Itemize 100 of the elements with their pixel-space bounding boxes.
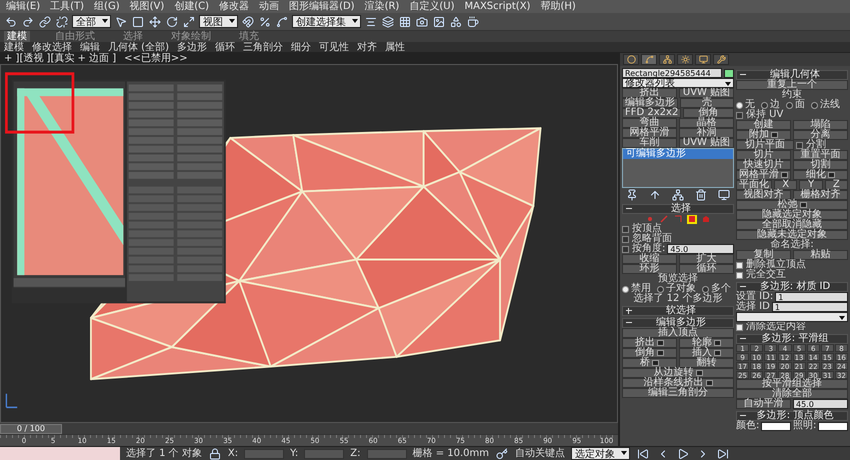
settings-icon[interactable]: [800, 202, 806, 208]
auto-key-label[interactable]: 自动关键点: [515, 448, 566, 460]
filter-dropdown[interactable]: 全部: [72, 15, 111, 28]
panel-button[interactable]: 翻转: [679, 358, 734, 368]
panel-button[interactable]: 网格平滑: [736, 170, 791, 180]
panel-button[interactable]: 编辑三角剖分: [622, 388, 734, 398]
image-icon[interactable]: [432, 14, 446, 28]
ribbon-item[interactable]: 几何体 (全部): [108, 42, 169, 52]
checkbox[interactable]: 按角度:: [622, 244, 666, 254]
menu-item[interactable]: 编辑(E): [6, 0, 40, 12]
modify-icon[interactable]: [641, 54, 657, 65]
panel-button[interactable]: Y: [799, 180, 823, 190]
panel-button[interactable]: 全部取消隐藏: [736, 220, 848, 230]
ribbon-tab[interactable]: 选择: [120, 31, 146, 42]
undo-icon[interactable]: [4, 14, 18, 28]
radio-option[interactable]: 多个: [702, 284, 731, 294]
settings-icon[interactable]: [657, 350, 664, 356]
panel-button[interactable]: 隐藏选定对象: [736, 210, 848, 220]
checkbox[interactable]: 删除孤立顶点: [736, 260, 806, 270]
menu-item[interactable]: 动画: [259, 0, 280, 12]
panel-button[interactable]: 按平滑组选择: [736, 379, 848, 389]
scale-icon[interactable]: [182, 14, 196, 28]
play-icon[interactable]: [676, 446, 690, 460]
panel-button[interactable]: 松弛: [736, 200, 848, 210]
ribbon-item[interactable]: 三角剖分: [242, 42, 283, 52]
display-icon[interactable]: [695, 54, 711, 65]
skip-forward-icon[interactable]: [716, 446, 730, 460]
panel-button[interactable]: 快速切片: [736, 160, 791, 170]
move-icon[interactable]: [148, 14, 162, 28]
rollout-header[interactable]: 编辑多边形: [622, 318, 734, 328]
panel-button[interactable]: 倒角: [622, 348, 677, 358]
create-icon[interactable]: [623, 54, 639, 65]
panel-button[interactable]: 壳: [680, 98, 734, 108]
menu-item[interactable]: 渲染(R): [364, 0, 400, 12]
panel-button[interactable]: 清除全部: [736, 389, 848, 399]
rollout-toggle-icon[interactable]: [740, 284, 746, 290]
panel-button[interactable]: 桥: [622, 358, 677, 368]
spinner-field[interactable]: 45.0: [793, 399, 848, 409]
layers-icon[interactable]: [381, 14, 395, 28]
radio-option[interactable]: 无: [736, 100, 755, 110]
lock-icon[interactable]: [208, 446, 222, 460]
rollout-header[interactable]: 软选择: [622, 306, 734, 316]
viewport[interactable]: [0, 64, 618, 423]
panel-button[interactable]: 塌陷: [793, 120, 848, 130]
panel-button[interactable]: 切片: [736, 150, 791, 160]
magnet-icon[interactable]: [241, 14, 255, 28]
radio-option[interactable]: 禁用: [622, 284, 651, 294]
select-icon[interactable]: [114, 14, 128, 28]
menu-item[interactable]: MAXScript(X): [464, 0, 530, 12]
rollout-toggle-icon[interactable]: [626, 308, 632, 314]
trash-icon[interactable]: [694, 188, 708, 202]
panel-button[interactable]: 循环: [679, 264, 734, 274]
ribbon-tab[interactable]: 对象绘制: [168, 31, 214, 42]
rollout-header[interactable]: 选择: [622, 204, 734, 214]
ribbon-item[interactable]: 细分: [290, 42, 311, 52]
script-listener-field[interactable]: [0, 447, 120, 460]
color-swatch[interactable]: [818, 422, 848, 430]
settings-icon[interactable]: [714, 340, 721, 346]
object-color-swatch[interactable]: [724, 68, 734, 78]
panel-button[interactable]: 沿样条线挤出: [622, 378, 734, 388]
rollout-header[interactable]: 多边形: 平滑组: [736, 334, 848, 344]
utilities-icon[interactable]: [713, 54, 729, 65]
panel-button[interactable]: 自动平滑: [736, 399, 791, 409]
key-filter-dropdown[interactable]: 选定对象: [571, 447, 630, 460]
menu-item[interactable]: 工具(T): [50, 0, 84, 12]
rollout-toggle-icon[interactable]: [626, 206, 632, 212]
polygon-icon[interactable]: [687, 214, 697, 224]
menu-item[interactable]: 图形编辑器(D): [289, 0, 355, 12]
panel-button[interactable]: 晶格: [679, 118, 734, 128]
panel-button[interactable]: 扩大: [679, 254, 734, 264]
panel-button[interactable]: 轮廓: [679, 338, 734, 348]
panel-button[interactable]: UVW 贴图: [679, 88, 734, 98]
panel-button[interactable]: Z: [824, 180, 848, 190]
menu-item[interactable]: 创建(C): [174, 0, 210, 12]
checkbox[interactable]: 按顶点: [622, 224, 662, 234]
panel-button[interactable]: 视图对齐: [736, 190, 791, 200]
panel-button[interactable]: 隐藏未选定对象: [736, 230, 848, 240]
ribbon-item[interactable]: 对齐: [356, 42, 377, 52]
ribbon-item[interactable]: 属性: [384, 42, 405, 52]
panel-button[interactable]: 挤出: [622, 338, 677, 348]
panel-button[interactable]: 分离: [793, 130, 848, 140]
x-field[interactable]: [244, 448, 284, 458]
ribbon-item[interactable]: 循环: [214, 42, 235, 52]
rollout-toggle-icon[interactable]: [740, 413, 746, 419]
panel-button[interactable]: 附加: [736, 130, 791, 140]
spline-icon[interactable]: [275, 14, 289, 28]
monitor-icon[interactable]: [716, 188, 731, 202]
camera-icon[interactable]: [415, 14, 429, 28]
panel-button[interactable]: 粘贴: [793, 250, 848, 260]
panel-button[interactable]: 倒角: [683, 108, 734, 118]
panel-button[interactable]: 补洞: [679, 128, 734, 138]
panel-button[interactable]: 复制: [736, 250, 791, 260]
percent-icon[interactable]: [258, 14, 272, 28]
ribbon-item[interactable]: 可见性: [318, 42, 349, 52]
checkbox[interactable]: 忽略背面: [622, 234, 672, 244]
rollout-header[interactable]: 编辑几何体: [736, 70, 848, 80]
rollout-toggle-icon[interactable]: [626, 320, 632, 326]
panel-button[interactable]: 编辑多边形: [622, 98, 678, 108]
panel-button[interactable]: 切片平面: [736, 140, 794, 150]
spinner-field[interactable]: 1: [772, 302, 848, 312]
